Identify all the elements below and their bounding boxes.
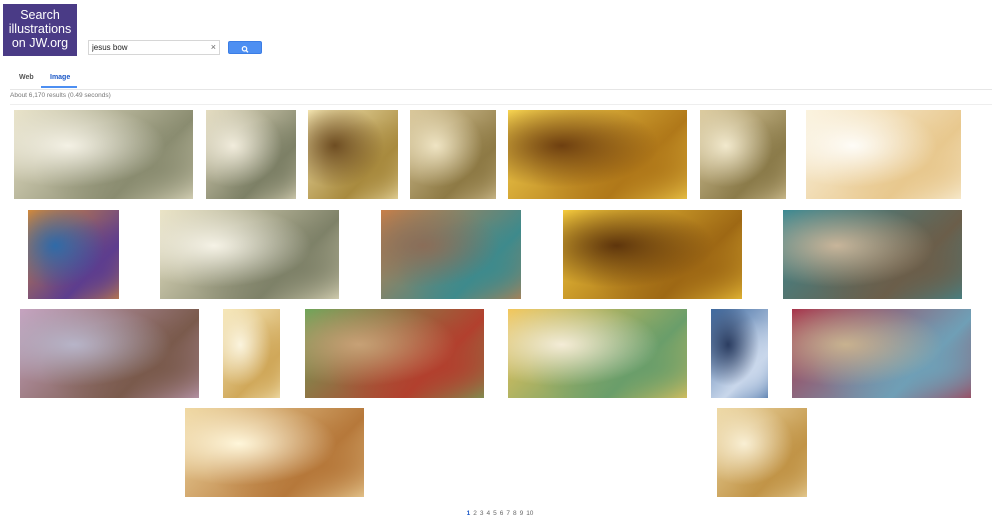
- page-link[interactable]: 6: [500, 510, 504, 517]
- image-result[interactable]: [410, 110, 496, 199]
- clear-icon[interactable]: ×: [211, 41, 216, 54]
- image-result[interactable]: [508, 110, 687, 199]
- image-result[interactable]: [717, 408, 807, 497]
- page-link[interactable]: 2: [473, 510, 477, 517]
- tab-web[interactable]: Web: [19, 74, 34, 81]
- image-result[interactable]: [381, 210, 521, 299]
- image-result[interactable]: [508, 309, 687, 398]
- page-link[interactable]: 4: [486, 510, 490, 517]
- search-button[interactable]: [228, 41, 262, 54]
- logo-line-2: illustrations: [8, 22, 72, 36]
- search-box[interactable]: ×: [88, 40, 220, 55]
- image-result[interactable]: [14, 110, 193, 199]
- result-tabs: Web Image: [10, 72, 992, 90]
- page-link[interactable]: 8: [513, 510, 517, 517]
- page-link[interactable]: 5: [493, 510, 497, 517]
- image-result[interactable]: [308, 110, 398, 199]
- image-result[interactable]: [806, 110, 961, 199]
- image-result[interactable]: [305, 309, 484, 398]
- result-stats: About 6,170 results (0.49 seconds): [10, 92, 111, 99]
- search-icon: [241, 46, 249, 53]
- logo-line-1: Search: [20, 8, 60, 22]
- logo-line-3: on JW.org: [11, 36, 69, 50]
- image-result[interactable]: [185, 408, 364, 497]
- image-result[interactable]: [28, 210, 119, 299]
- site-logo[interactable]: Search illustrations on JW.org: [3, 4, 77, 56]
- search-input[interactable]: [92, 42, 204, 53]
- image-result[interactable]: [563, 210, 742, 299]
- page-link[interactable]: 3: [480, 510, 484, 517]
- tab-image[interactable]: Image: [50, 74, 70, 81]
- page-link[interactable]: 9: [520, 510, 524, 517]
- image-result[interactable]: [206, 110, 296, 199]
- image-result[interactable]: [700, 110, 786, 199]
- divider: [10, 104, 992, 105]
- image-result[interactable]: [711, 309, 768, 398]
- image-result[interactable]: [792, 309, 971, 398]
- page-link[interactable]: 7: [506, 510, 510, 517]
- image-result[interactable]: [783, 210, 962, 299]
- active-tab-indicator: [41, 86, 77, 88]
- image-result[interactable]: [160, 210, 339, 299]
- page-link[interactable]: 10: [526, 510, 533, 517]
- pagination: 1 2 3 4 5 6 7 8 9 10: [0, 510, 1000, 517]
- page-link[interactable]: 1: [467, 510, 471, 517]
- image-result[interactable]: [20, 309, 199, 398]
- image-result[interactable]: [223, 309, 280, 398]
